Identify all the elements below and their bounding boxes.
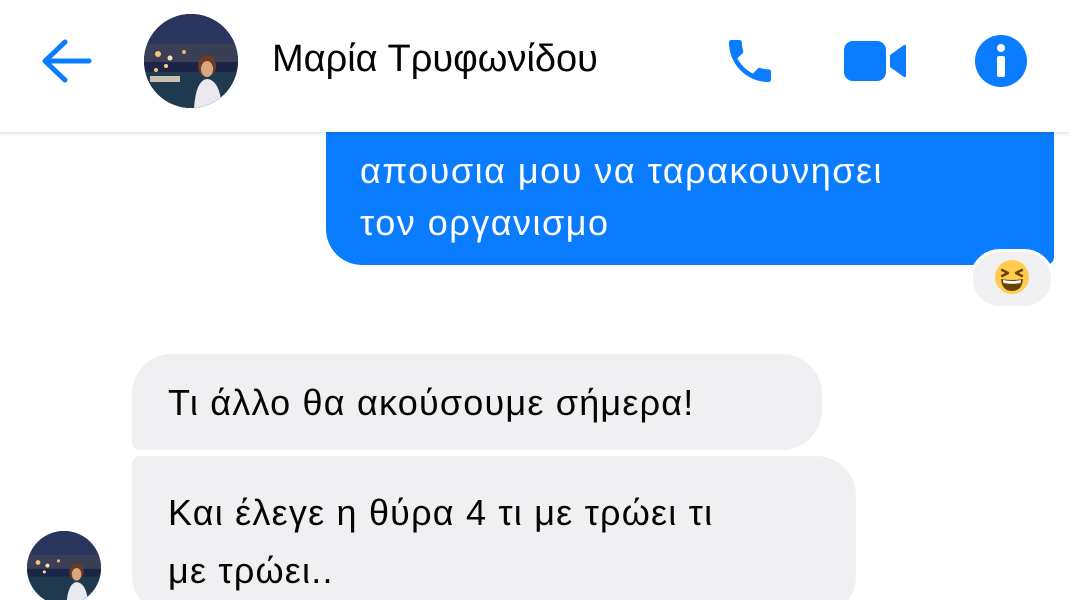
video-camera-icon xyxy=(842,37,908,90)
video-call-button[interactable] xyxy=(842,30,908,96)
message-line: με τρώει.. xyxy=(168,550,334,591)
laughing-emoji-icon xyxy=(994,259,1030,300)
incoming-message[interactable]: Τι άλλο θα ακούσουμε σήμερα! xyxy=(132,354,822,450)
chat-screen: Μαρία Τρυφωνίδου απουσια μου να ταρακουν… xyxy=(0,0,1070,600)
message-line: τον οργανισμο xyxy=(360,202,610,243)
contact-name[interactable]: Μαρία Τρυφωνίδου xyxy=(272,38,598,81)
voice-call-button[interactable] xyxy=(717,30,783,96)
phone-icon xyxy=(722,33,778,94)
message-line: Τι άλλο θα ακούσουμε σήμερα! xyxy=(168,382,695,423)
contact-avatar[interactable] xyxy=(144,14,238,108)
back-arrow-icon xyxy=(41,39,93,88)
back-button[interactable] xyxy=(34,30,100,96)
info-icon xyxy=(973,33,1029,94)
message-reaction[interactable] xyxy=(970,249,1054,309)
conversation-info-button[interactable] xyxy=(968,30,1034,96)
message-line: Και έλεγε η θύρα 4 τι με τρώει τι xyxy=(168,492,714,533)
sender-avatar[interactable] xyxy=(27,531,101,600)
incoming-message[interactable]: Και έλεγε η θύρα 4 τι με τρώει τι με τρώ… xyxy=(132,456,856,600)
chat-header: Μαρία Τρυφωνίδου xyxy=(0,0,1070,132)
message-line: απουσια μου να ταρακουνησει xyxy=(360,150,884,191)
